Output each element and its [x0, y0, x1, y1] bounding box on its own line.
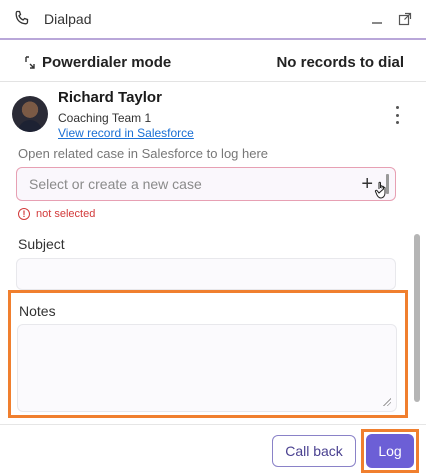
scrollbar[interactable]: [414, 142, 422, 422]
powerdialer-mode: Powerdialer mode: [24, 54, 171, 71]
subject-label: Subject: [18, 236, 65, 252]
case-label: Open related case in Salesforce to log h…: [18, 146, 269, 161]
mode-bar: Powerdialer mode No records to dial: [0, 44, 426, 82]
error-icon: !: [18, 208, 30, 220]
case-error: ! not selected: [18, 208, 95, 220]
more-vertical-icon[interactable]: [394, 106, 400, 124]
call-back-button[interactable]: Call back: [272, 435, 356, 467]
case-placeholder: Select or create a new case: [29, 176, 202, 192]
hand-cursor-icon: [374, 181, 386, 199]
window-title: Dialpad: [44, 11, 92, 27]
phone-icon: [14, 10, 32, 28]
view-record-link[interactable]: View record in Salesforce: [58, 126, 194, 140]
add-case-icon[interactable]: +: [361, 173, 373, 195]
minimize-icon[interactable]: [368, 10, 386, 28]
log-form: Open related case in Salesforce to log h…: [0, 142, 426, 422]
powerdialer-icon: [25, 55, 35, 69]
title-bar: Dialpad: [0, 0, 426, 40]
case-select[interactable]: Select or create a new case +: [16, 167, 396, 201]
subject-input[interactable]: [16, 258, 396, 290]
log-button[interactable]: Log: [366, 434, 414, 468]
resize-handle-icon[interactable]: [383, 398, 391, 406]
scrollbar-thumb[interactable]: [414, 234, 420, 402]
notes-highlight: Notes: [8, 290, 408, 418]
dial-status: No records to dial: [276, 54, 404, 71]
contact-card: Richard Taylor Coaching Team 1 View reco…: [0, 86, 426, 142]
contact-team: Coaching Team 1: [58, 110, 152, 125]
case-error-text: not selected: [36, 208, 96, 220]
notes-label: Notes: [19, 303, 56, 319]
mode-label: Powerdialer mode: [42, 54, 172, 71]
popout-icon[interactable]: [396, 10, 414, 28]
contact-name: Richard Taylor: [58, 88, 162, 106]
avatar: [12, 96, 48, 132]
footer-actions: Call back Log: [0, 424, 426, 476]
notes-textarea[interactable]: [17, 324, 397, 412]
